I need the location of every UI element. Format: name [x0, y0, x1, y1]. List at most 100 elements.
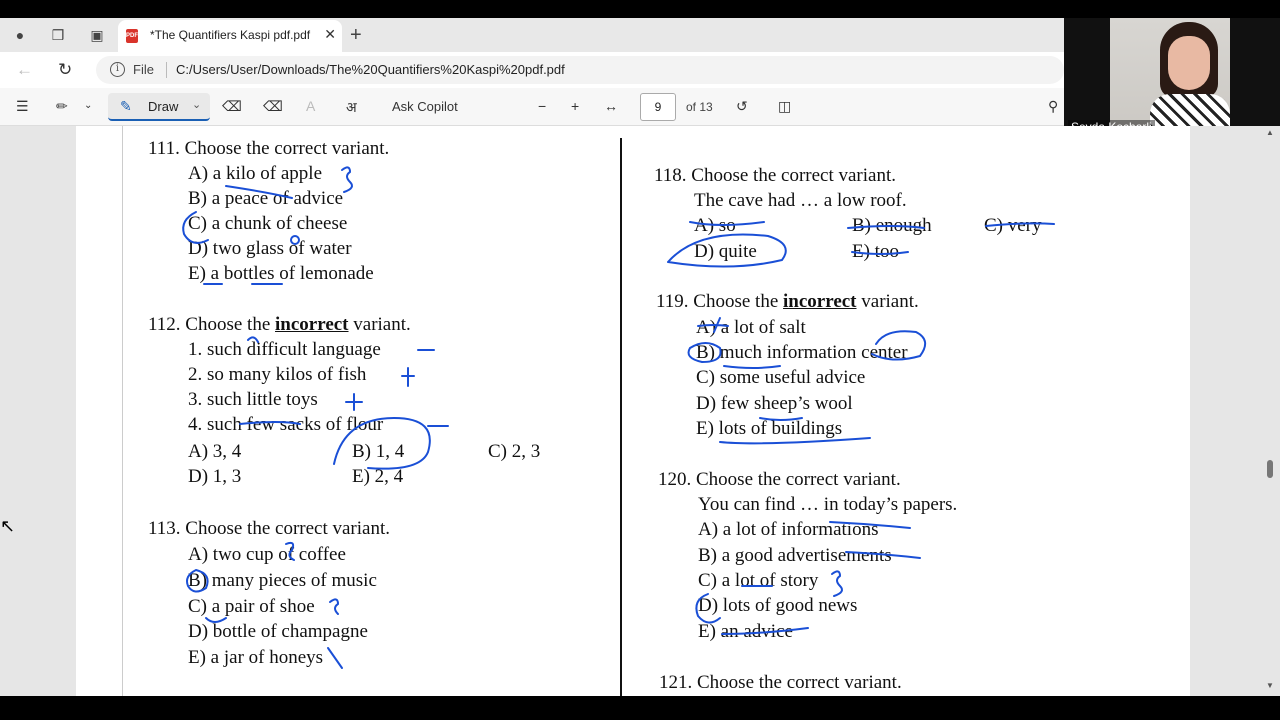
- title-end: variant.: [348, 314, 411, 335]
- profile-icon[interactable]: ●: [11, 26, 29, 44]
- tab-strip: ● ❒ ▣ PDF *The Quantifiers Kaspi pdf.pdf…: [0, 18, 1064, 52]
- zoom-in-icon[interactable]: +: [571, 98, 579, 114]
- tab-actions-icon[interactable]: ▣: [88, 26, 106, 44]
- contents-list-icon[interactable]: ☰: [16, 98, 29, 115]
- scrollbar-thumb[interactable]: [1267, 460, 1273, 478]
- rotate-icon[interactable]: ↺: [736, 98, 748, 115]
- option-e: E) lots of buildings: [696, 418, 843, 439]
- option-b: B) many pieces of music: [188, 570, 377, 591]
- option-b: B) 1, 4: [352, 441, 405, 462]
- item-4: 4. such few sacks of flour: [188, 414, 384, 435]
- option-a: A) two cup of coffee: [188, 544, 346, 565]
- zoom-out-icon[interactable]: −: [538, 98, 546, 114]
- page-total-label: of 13: [686, 100, 713, 114]
- chevron-down-icon[interactable]: ⌄: [84, 100, 92, 111]
- question-title: 119. Choose the incorrect variant.: [656, 291, 919, 313]
- item-2: 2. so many kilos of fish: [188, 364, 367, 385]
- scroll-down-icon[interactable]: ▼: [1266, 681, 1274, 690]
- option-d: D) 1, 3: [188, 466, 242, 487]
- option-c: C) very: [984, 215, 1042, 236]
- question-title: 121. Choose the correct variant.: [659, 672, 902, 693]
- pdf-toolbar: ☰ ✏ ⌄ ✎ Draw ⌄ ⌫ ⌫ A अ Ask Copilot − + ↔…: [0, 88, 1064, 126]
- pdf-file-icon: PDF: [126, 29, 138, 43]
- text-format-icon[interactable]: A: [306, 98, 315, 114]
- pdf-viewer[interactable]: 111. Choose the correct variant. A) a ki…: [0, 126, 1280, 696]
- title-start: 119. Choose the: [656, 291, 784, 312]
- url-text: C:/Users/User/Downloads/The%20Quantifier…: [176, 62, 565, 77]
- option-b: B) a good advertisements: [698, 545, 892, 566]
- webcam-overlay: Sevda Kocharli: [1064, 18, 1280, 136]
- bottom-black-bar: [0, 696, 1280, 720]
- question-title: 113. Choose the correct variant.: [148, 518, 390, 539]
- presenter-face: [1168, 36, 1210, 90]
- option-e: E) an advice: [698, 621, 793, 642]
- column-divider: [620, 138, 622, 696]
- vertical-scrollbar[interactable]: ▲ ▼: [1262, 126, 1280, 696]
- question-title: 120. Choose the correct variant.: [658, 469, 901, 490]
- mouse-cursor-icon: ↖: [0, 516, 16, 536]
- option-c: C) a pair of shoe: [188, 596, 315, 617]
- search-icon[interactable]: ⚲: [1048, 98, 1058, 115]
- option-a: A) a lot of informations: [698, 519, 879, 540]
- option-c: C) 2, 3: [488, 441, 541, 462]
- option-c: C) some useful advice: [696, 367, 866, 388]
- chevron-down-icon[interactable]: ⌄: [192, 98, 201, 111]
- option-d: D) two glass of water: [188, 238, 352, 259]
- reload-icon[interactable]: ↻: [58, 60, 72, 80]
- info-icon[interactable]: i: [110, 62, 125, 77]
- draw-label: Draw: [148, 99, 179, 114]
- read-aloud-icon[interactable]: अ: [346, 98, 357, 117]
- option-c: C) a chunk of cheese: [188, 213, 348, 234]
- question-title: 111. Choose the correct variant.: [148, 138, 390, 159]
- new-tab-icon[interactable]: +: [350, 24, 362, 47]
- option-b: B) enough: [852, 215, 932, 236]
- option-e: E) a bottles of lemonade: [188, 263, 374, 284]
- fit-page-icon[interactable]: ↔: [604, 98, 618, 114]
- address-bar-row: ← ↻ i File C:/Users/User/Downloads/The%2…: [0, 52, 1064, 88]
- eraser-icon[interactable]: ⌫: [222, 98, 242, 115]
- url-scheme-label: File: [133, 62, 154, 77]
- option-a: A) so: [694, 215, 736, 236]
- option-d: D) quite: [694, 241, 757, 262]
- active-tab[interactable]: PDF *The Quantifiers Kaspi pdf.pdf ✕: [118, 20, 342, 52]
- question-title: 118. Choose the correct variant.: [654, 165, 896, 186]
- scroll-up-icon[interactable]: ▲: [1266, 128, 1274, 137]
- option-a: A) 3, 4: [188, 441, 242, 462]
- title-emphasis: incorrect: [275, 314, 349, 335]
- page-margin-line: [122, 126, 123, 696]
- option-b: B) a peace of advice: [188, 188, 344, 209]
- highlight-icon[interactable]: ✏: [56, 98, 68, 115]
- workspaces-icon[interactable]: ❒: [49, 26, 67, 44]
- title-end: variant.: [856, 291, 919, 312]
- option-a: A) a lot of salt: [696, 317, 806, 338]
- question-stem: You can find … in today’s papers.: [698, 494, 958, 515]
- back-arrow-icon[interactable]: ←: [16, 60, 33, 80]
- page-number-input[interactable]: 9: [640, 93, 676, 121]
- option-e: E) too: [852, 241, 899, 262]
- tab-title: *The Quantifiers Kaspi pdf.pdf: [150, 28, 311, 42]
- pdf-page: 111. Choose the correct variant. A) a ki…: [76, 126, 1190, 696]
- option-e: E) 2, 4: [352, 466, 404, 487]
- option-d: D) bottle of champagne: [188, 621, 368, 642]
- top-black-bar: [0, 0, 1280, 18]
- pen-icon: ✎: [120, 98, 132, 114]
- option-d: D) few sheep’s wool: [696, 393, 853, 414]
- option-e: E) a jar of honeys: [188, 647, 324, 668]
- option-d: D) lots of good news: [698, 595, 858, 616]
- draw-button[interactable]: ✎ Draw ⌄: [108, 93, 210, 121]
- page-view-icon[interactable]: ◫: [778, 98, 791, 115]
- question-title: 112. Choose the incorrect variant.: [148, 314, 411, 336]
- question-stem: The cave had … a low roof.: [694, 190, 907, 211]
- option-a: A) a kilo of apple: [188, 163, 323, 184]
- option-c: C) a lot of story: [698, 570, 819, 591]
- title-emphasis: incorrect: [783, 291, 857, 312]
- url-field[interactable]: i File C:/Users/User/Downloads/The%20Qua…: [96, 56, 1064, 84]
- option-b: B) much information center: [696, 342, 908, 363]
- close-tab-icon[interactable]: ✕: [324, 26, 336, 43]
- ask-copilot-button[interactable]: Ask Copilot: [392, 99, 458, 114]
- item-1: 1. such difficult language: [188, 339, 381, 360]
- url-separator: [166, 62, 167, 78]
- item-3: 3. such little toys: [188, 389, 318, 410]
- add-text-icon[interactable]: ⌫: [263, 98, 283, 115]
- title-start: 112. Choose the: [148, 314, 276, 335]
